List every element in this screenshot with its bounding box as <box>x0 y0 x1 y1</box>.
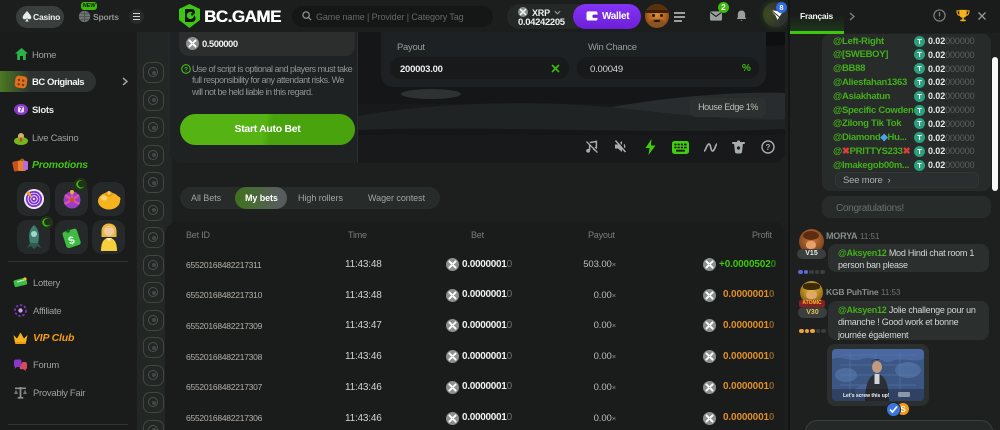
svg-text:Let's screw this up!: Let's screw this up! <box>843 393 890 399</box>
svg-text:?: ? <box>766 143 771 152</box>
svg-text:?: ? <box>184 66 188 73</box>
svg-text:7: 7 <box>19 107 23 114</box>
